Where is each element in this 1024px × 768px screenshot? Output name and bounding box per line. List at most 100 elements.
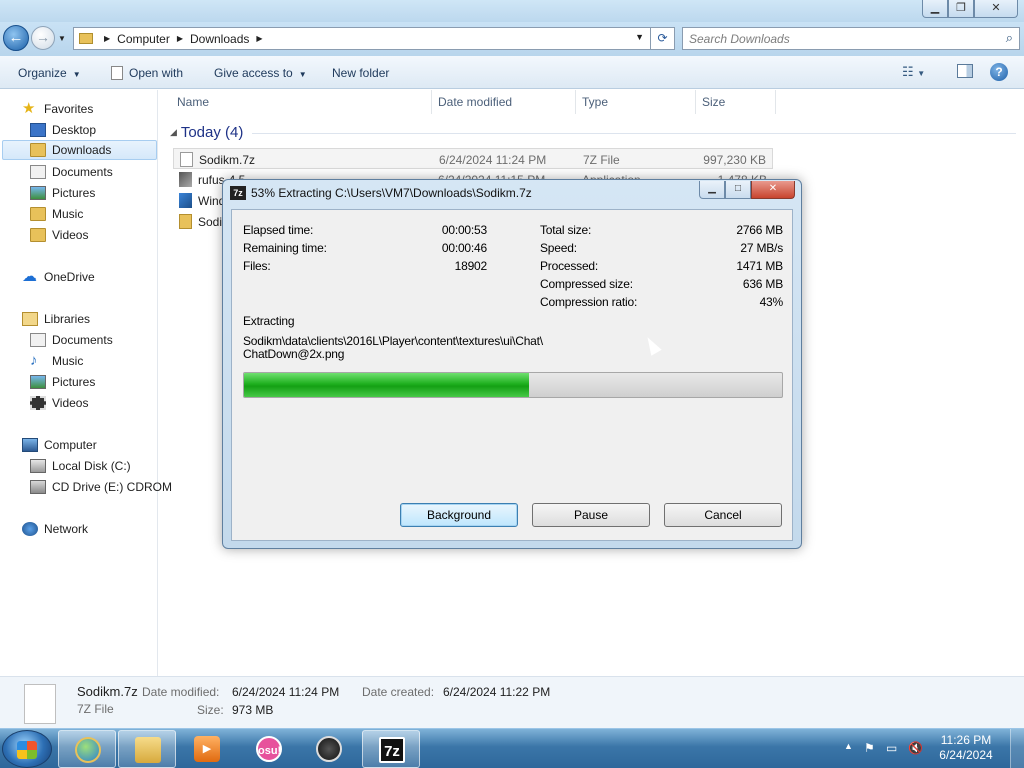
details-date-created: 6/24/2024 11:22 PM [443, 685, 551, 699]
current-file-path-line1: Sodikm\data\clients\2016L\Player\content… [243, 334, 543, 348]
breadcrumb-separator-icon[interactable]: ▶ [104, 34, 110, 43]
show-desktop-button[interactable] [1010, 729, 1024, 768]
group-header[interactable]: ◢ Today (4) [170, 124, 243, 141]
pause-button[interactable]: Pause [532, 503, 650, 527]
nav-network[interactable]: Network [22, 519, 88, 539]
nav-lib-videos[interactable]: Videos [30, 393, 88, 413]
nav-item-pictures[interactable]: Pictures [30, 183, 95, 203]
nav-lib-documents[interactable]: Documents [30, 330, 113, 350]
column-divider[interactable] [695, 90, 696, 114]
change-view-icon[interactable]: ☷ ▼ [902, 64, 925, 80]
taskbar-7zip[interactable]: 7z [362, 730, 420, 768]
refresh-icon[interactable]: ⟳ [651, 27, 675, 50]
nav-libraries[interactable]: Libraries [22, 309, 90, 329]
nav-label: Documents [52, 333, 113, 347]
breadcrumb-computer[interactable]: Computer [117, 32, 170, 46]
recent-pages-dropdown-icon[interactable]: ▼ [58, 34, 66, 43]
cd-drive-icon [30, 480, 46, 494]
back-arrow-icon[interactable]: ← [3, 25, 29, 51]
minimize-button[interactable]: ▁ [922, 0, 948, 18]
column-divider[interactable] [431, 90, 432, 114]
column-divider[interactable] [575, 90, 576, 114]
dialog-title-text: 53% Extracting C:\Users\VM7\Downloads\So… [251, 186, 532, 200]
breadcrumb-separator-icon[interactable]: ▶ [177, 34, 183, 43]
network-status-icon[interactable]: ▭ [886, 741, 897, 755]
application-icon [179, 172, 192, 187]
preview-pane-icon[interactable] [957, 64, 973, 78]
help-icon[interactable]: ? [990, 63, 1008, 81]
taskbar-internet-explorer[interactable] [58, 730, 116, 768]
open-with-icon [111, 66, 123, 80]
new-folder-label: New folder [332, 66, 390, 80]
minimize-button[interactable]: ▁ [699, 181, 725, 199]
elapsed-time-label: Elapsed time: [243, 223, 314, 237]
taskbar-media-player[interactable]: ▶ [178, 730, 236, 768]
column-divider[interactable] [775, 90, 776, 114]
nav-cd-drive[interactable]: CD Drive (E:) CDROM [30, 477, 172, 497]
column-header-name[interactable]: Name [177, 95, 209, 109]
search-icon[interactable]: ⌕ [1006, 30, 1013, 46]
address-bar[interactable]: ▶ Computer ▶ Downloads ▶ ▼ [73, 27, 651, 50]
total-size-label: Total size: [540, 223, 592, 237]
close-button[interactable]: ✕ [751, 181, 795, 199]
column-header-type[interactable]: Type [582, 95, 608, 109]
explorer-titlebar: ▁ ❐ ✕ [0, 0, 1024, 22]
file-name: Sodi [198, 215, 223, 229]
nav-computer[interactable]: Computer [22, 435, 97, 455]
nav-label: Computer [44, 438, 97, 452]
internet-explorer-icon [75, 737, 101, 763]
volume-muted-icon[interactable]: 🔇 [908, 741, 923, 755]
remaining-time-label: Remaining time: [243, 241, 327, 255]
nav-item-desktop[interactable]: Desktop [30, 120, 96, 140]
nav-item-downloads[interactable]: Downloads [2, 140, 157, 160]
nav-favorites[interactable]: ★ Favorites [22, 99, 93, 119]
give-access-button[interactable]: Give access to ▼ [214, 66, 307, 80]
nav-lib-music[interactable]: ♪ Music [30, 351, 83, 371]
open-with-button[interactable]: Open with [111, 66, 183, 80]
nav-onedrive[interactable]: ☁ OneDrive [22, 267, 95, 287]
close-button[interactable]: ✕ [974, 0, 1018, 18]
search-input[interactable]: Search Downloads ⌕ [682, 27, 1020, 50]
collapse-triangle-icon[interactable]: ◢ [170, 127, 177, 137]
breadcrumb-separator-icon[interactable]: ▶ [256, 34, 262, 43]
show-hidden-icons-icon[interactable]: ▲ [844, 741, 853, 751]
nav-item-documents[interactable]: Documents [30, 162, 113, 182]
background-button[interactable]: Background [400, 503, 518, 527]
clock[interactable]: 11:26 PM 6/24/2024 [934, 733, 998, 763]
operation-label: Extracting [243, 314, 295, 328]
total-size-value: 2766 MB [736, 223, 783, 237]
action-center-flag-icon[interactable]: ⚑ [864, 741, 875, 755]
compression-ratio-value: 43% [759, 295, 784, 309]
file-icon [24, 684, 56, 724]
nav-item-videos[interactable]: Videos [30, 225, 88, 245]
forward-arrow-icon[interactable]: → [31, 26, 55, 50]
file-name: Sodikm.7z [199, 153, 256, 167]
restore-button[interactable]: ❐ [948, 0, 974, 18]
taskbar-obs[interactable] [300, 730, 358, 768]
organize-button[interactable]: Organize ▼ [18, 66, 81, 80]
nav-item-music[interactable]: Music [30, 204, 83, 224]
start-button[interactable] [2, 730, 52, 768]
taskbar-osu[interactable]: osu! [240, 730, 298, 768]
nav-label: Videos [52, 396, 89, 410]
speed-label: Speed: [540, 241, 577, 255]
details-size-label: Size: [197, 703, 224, 717]
details-date-created-label: Date created: [362, 685, 435, 699]
column-header-size[interactable]: Size [702, 95, 725, 109]
file-row[interactable]: Sodikm.7z 6/24/2024 11:24 PM 7Z File 997… [173, 148, 773, 169]
video-film-icon [30, 396, 46, 410]
music-folder-icon [30, 207, 46, 221]
taskbar-file-explorer[interactable] [118, 730, 176, 768]
maximize-button[interactable]: □ [725, 181, 751, 199]
nav-label: Local Disk (C:) [52, 459, 131, 473]
new-folder-button[interactable]: New folder [332, 66, 389, 80]
media-player-icon: ▶ [194, 736, 220, 762]
address-dropdown-icon[interactable]: ▼ [635, 32, 644, 42]
nav-lib-pictures[interactable]: Pictures [30, 372, 95, 392]
column-header-date[interactable]: Date modified [438, 95, 512, 109]
details-file-type: 7Z File [77, 702, 114, 716]
breadcrumb-downloads[interactable]: Downloads [190, 32, 249, 46]
nav-local-disk[interactable]: Local Disk (C:) [30, 456, 131, 476]
remaining-time-value: 00:00:46 [441, 241, 487, 255]
cancel-button[interactable]: Cancel [664, 503, 782, 527]
